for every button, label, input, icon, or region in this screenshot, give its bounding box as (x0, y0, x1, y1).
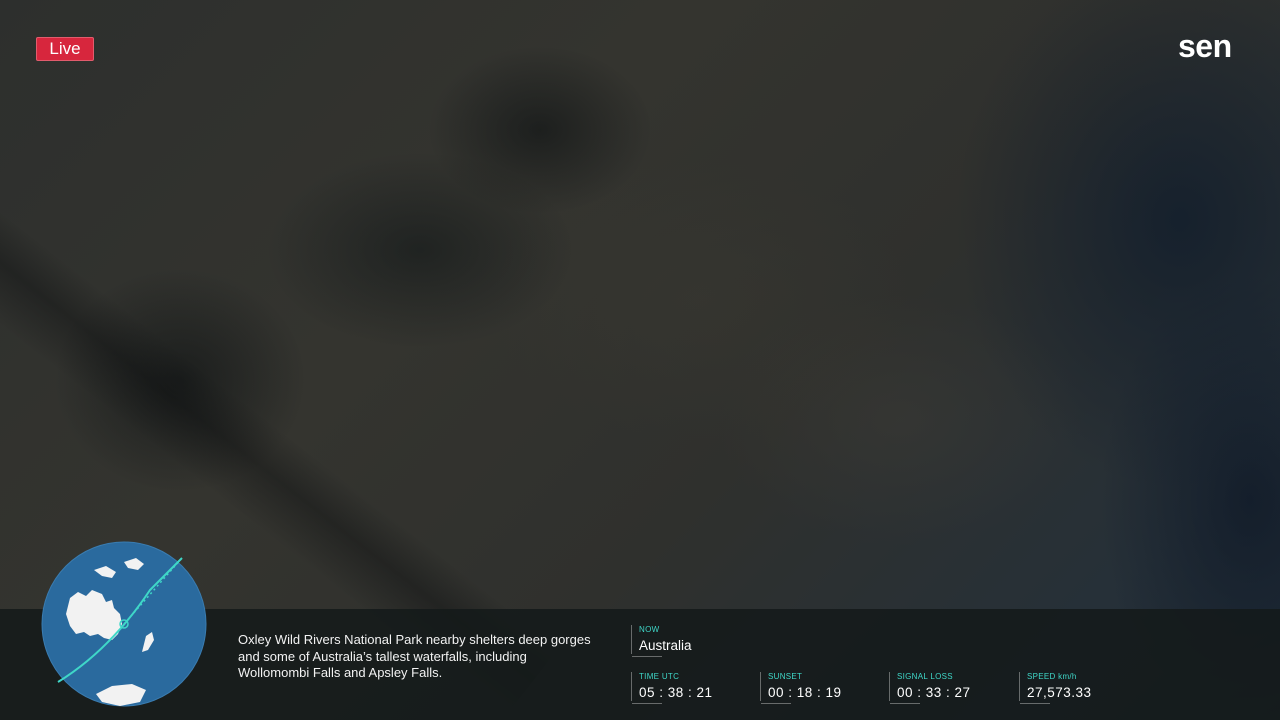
sunset-panel: SUNSET 00 : 18 : 19 (760, 672, 842, 704)
live-badge: Live (36, 37, 94, 61)
location-caption: Oxley Wild Rivers National Park nearby s… (238, 632, 591, 680)
signal-loss-label: SIGNAL LOSS (897, 672, 953, 681)
sunset-label: SUNSET (768, 672, 803, 681)
now-label: NOW (639, 625, 660, 634)
sen-logo: sen (1178, 28, 1232, 64)
speed-panel: SPEED km/h 27,573.33 (1019, 672, 1092, 704)
speed-value: 27,573.33 (1027, 685, 1092, 700)
sunset-value: 00 : 18 : 19 (768, 685, 842, 700)
speed-label: SPEED km/h (1027, 672, 1077, 681)
now-panel: NOW Australia (631, 625, 692, 657)
now-value: Australia (639, 638, 692, 653)
globe-orbit-map-icon (41, 541, 207, 707)
time-utc-value: 05 : 38 : 21 (639, 685, 713, 700)
time-utc-panel: TIME UTC 05 : 38 : 21 (631, 672, 713, 704)
signal-loss-value: 00 : 33 : 27 (897, 685, 971, 700)
signal-loss-panel: SIGNAL LOSS 00 : 33 : 27 (889, 672, 971, 704)
time-utc-label: TIME UTC (639, 672, 680, 681)
